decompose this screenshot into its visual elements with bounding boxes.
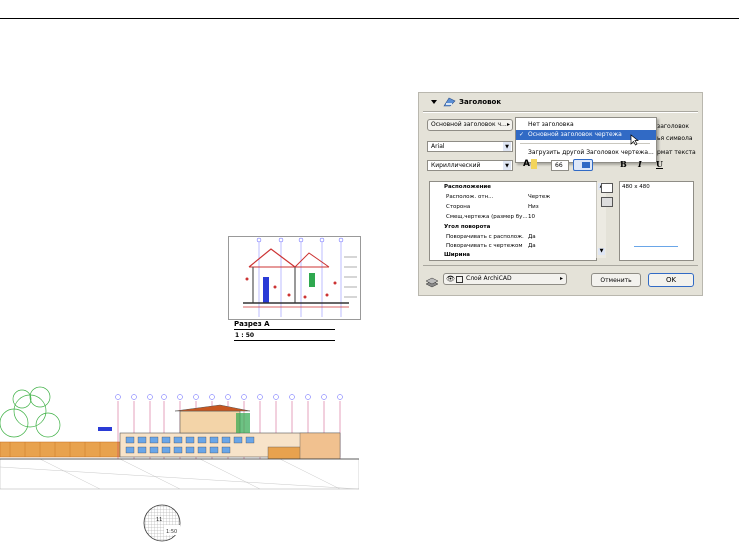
layer-dropdown[interactable]: 👁 Слой ArchiCAD ▸ bbox=[443, 273, 567, 285]
preview-area: 480 x 480 bbox=[619, 181, 694, 261]
menu-item-load-other[interactable]: Загрузить другой Заголовок чертежа... bbox=[516, 148, 656, 158]
prop-value[interactable]: 10 bbox=[528, 214, 535, 220]
preview-title-line bbox=[634, 246, 678, 247]
eye-icon: 👁 bbox=[446, 275, 455, 283]
italic-button[interactable]: I bbox=[638, 159, 642, 169]
font-size-field[interactable]: 66 bbox=[551, 160, 569, 171]
section-title: Разрез А bbox=[234, 320, 270, 328]
section-title-rule bbox=[234, 329, 335, 330]
color-swatch-icon bbox=[582, 162, 590, 168]
scale-marker-number: 11 bbox=[156, 517, 162, 523]
preview-size-label: 480 x 480 bbox=[622, 184, 650, 190]
prop-label: Сторона bbox=[446, 204, 471, 210]
prop-value[interactable]: Чертеж bbox=[528, 194, 550, 200]
preview-mode-alt-icon[interactable] bbox=[601, 197, 613, 207]
menu-item-no-title[interactable]: Нет заголовка bbox=[516, 120, 656, 130]
font-size-icon: A bbox=[523, 159, 530, 169]
side-label-1: заголовок bbox=[657, 123, 690, 130]
text-color-button[interactable] bbox=[573, 159, 593, 171]
chevron-down-icon: ▼ bbox=[503, 142, 511, 151]
dropdown-arrow-icon: ▸ bbox=[506, 121, 510, 128]
lock-icon bbox=[456, 276, 463, 283]
mouse-cursor-icon bbox=[630, 134, 639, 146]
properties-list[interactable]: Расположение Располож. отн... Чертеж Сто… bbox=[429, 181, 606, 261]
prop-label: Расположение bbox=[444, 184, 491, 190]
preview-mode-icon[interactable] bbox=[601, 183, 613, 193]
checkmark-icon: ✓ bbox=[519, 131, 525, 138]
dialog-title: Заголовок bbox=[459, 98, 502, 106]
title-type-menu: Нет заголовка ✓ Основной заголовок черте… bbox=[515, 117, 657, 163]
prop-label: Располож. отн... bbox=[446, 194, 494, 200]
title-type-dropdown[interactable]: Основной заголовок ч... ▸ bbox=[427, 119, 513, 131]
section-scale-rule bbox=[234, 340, 335, 341]
prop-value[interactable]: Да bbox=[528, 234, 536, 240]
prop-label: Ширина bbox=[444, 252, 470, 258]
section-drawing-image bbox=[243, 237, 357, 317]
chevron-down-icon: ▼ bbox=[503, 161, 511, 170]
scale-marker-scale: 1:50 bbox=[166, 529, 177, 535]
section-scale: 1 : 50 bbox=[235, 332, 255, 339]
scroll-down-icon[interactable]: ▼ bbox=[598, 248, 605, 255]
header-separator bbox=[423, 111, 698, 113]
font-dropdown-value: Arial bbox=[431, 143, 445, 150]
dropdown-arrow-icon: ▸ bbox=[559, 275, 563, 282]
section-drawing bbox=[228, 236, 361, 320]
font-dropdown[interactable]: Arial ▼ bbox=[427, 141, 513, 152]
properties-scrollbar[interactable]: ▲ ▼ bbox=[596, 182, 606, 258]
side-label-2: ья символа bbox=[657, 135, 693, 142]
layers-icon bbox=[425, 273, 439, 288]
top-rule bbox=[0, 18, 739, 19]
title-type-dropdown-value: Основной заголовок ч... bbox=[431, 121, 507, 128]
bold-button[interactable]: B bbox=[620, 159, 627, 169]
layer-dropdown-value: Слой ArchiCAD bbox=[466, 275, 512, 282]
side-label-3: рмат текста bbox=[657, 149, 696, 156]
elevation-image bbox=[0, 386, 360, 490]
title-icon bbox=[443, 97, 456, 107]
cancel-button[interactable]: Отменить bbox=[591, 273, 641, 287]
footer-separator bbox=[423, 265, 698, 266]
elevation-drawing bbox=[0, 377, 360, 492]
menu-item-main-title-label: Основной заголовок чертежа bbox=[528, 131, 622, 138]
scale-marker: 11 1:50 bbox=[142, 503, 182, 543]
prop-value[interactable]: Низ bbox=[528, 204, 539, 210]
prop-value[interactable]: Да bbox=[528, 243, 536, 249]
prop-label: Смещ.чертежа (размер бу... bbox=[446, 214, 528, 220]
title-settings-dialog: Заголовок Основной заголовок ч... ▸ заго… bbox=[418, 92, 703, 296]
prop-label: Угол поворота bbox=[444, 224, 491, 230]
prop-label: Поворачивать с располож. bbox=[446, 234, 524, 240]
collapse-triangle-icon[interactable] bbox=[431, 100, 437, 104]
prop-label: Поворачивать с чертежом bbox=[446, 243, 523, 249]
charset-dropdown-value: Кириллический bbox=[431, 162, 481, 169]
text-height-marker-icon bbox=[531, 159, 537, 169]
charset-dropdown[interactable]: Кириллический ▼ bbox=[427, 160, 513, 171]
underline-button[interactable]: U bbox=[656, 159, 663, 169]
ok-button[interactable]: OK bbox=[648, 273, 694, 287]
